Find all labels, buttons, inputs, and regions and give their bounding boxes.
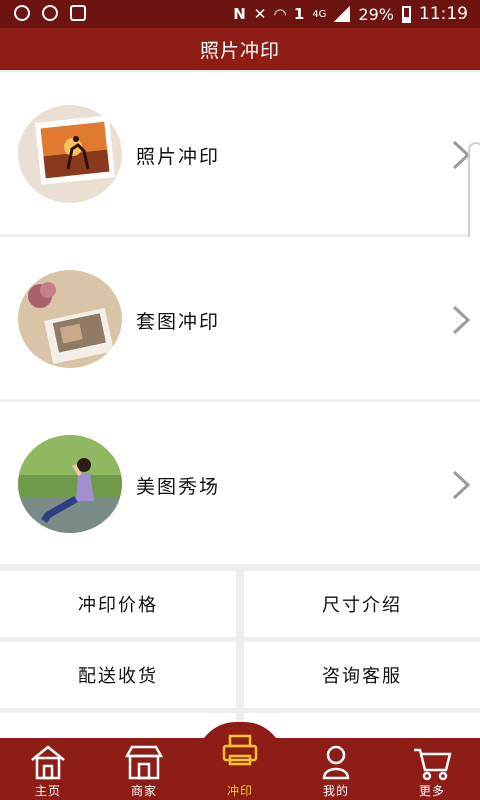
cart-icon	[414, 748, 452, 781]
page-title: 照片冲印	[0, 28, 480, 70]
notification-icons	[14, 5, 86, 21]
list-item-label: 美图秀场	[136, 476, 221, 498]
list-item-label: 套图冲印	[136, 311, 221, 333]
grid-size[interactable]: 尺寸介绍	[244, 571, 480, 637]
system-indicators: N ✕ ◠ 1 4G 29% 11:19	[233, 4, 468, 24]
battery-percent: 29%	[358, 4, 394, 24]
photo-album-prints	[18, 270, 122, 368]
grid-delivery[interactable]: 配送收货	[0, 642, 236, 708]
clock: 11:19	[419, 4, 468, 24]
chevron-right-icon	[452, 305, 471, 335]
person-icon	[322, 745, 350, 780]
nav-home[interactable]: 主页	[0, 738, 96, 800]
store-icon	[124, 745, 164, 780]
list-item-label: 照片冲印	[136, 146, 221, 168]
chevron-right-icon	[452, 470, 471, 500]
nav-store[interactable]: 商家	[96, 738, 192, 800]
signal-icon	[334, 6, 351, 22]
sync-icon	[42, 5, 58, 21]
nav-label: 主页	[34, 784, 61, 798]
sim-icon: 1	[293, 5, 305, 23]
list-item-photo-print[interactable]: 照片冲印	[0, 72, 480, 246]
grid-price[interactable]: 冲印价格	[0, 571, 236, 637]
nav-more[interactable]: 更多	[384, 738, 480, 800]
nav-profile[interactable]: 我的	[288, 738, 384, 800]
nav-label: 冲印	[226, 784, 253, 798]
nav-label: 我的	[322, 784, 349, 798]
wifi-icon: ◠	[274, 5, 286, 23]
nav-label: 更多	[418, 784, 445, 798]
list-item-gallery[interactable]: 美图秀场	[0, 402, 480, 564]
scroll-handle[interactable]	[468, 142, 480, 246]
girl-sitting-portrait	[18, 435, 122, 533]
grid-customer-service[interactable]: 咨询客服	[244, 642, 480, 708]
notification-icon	[14, 5, 30, 21]
couple-sunset-photo	[18, 105, 122, 203]
font-icon	[70, 5, 86, 21]
network-type: 4G	[312, 8, 327, 20]
battery-icon	[402, 5, 411, 23]
status-bar: N ✕ ◠ 1 4G 29% 11:19	[0, 0, 480, 28]
printer-icon	[222, 734, 258, 766]
nav-print[interactable]: 冲印	[192, 734, 288, 800]
list-item-album-print[interactable]: 套图冲印	[0, 237, 480, 399]
home-icon	[31, 745, 65, 780]
nav-label: 商家	[130, 784, 157, 798]
nfc-icon: N	[233, 5, 246, 23]
mute-icon: ✕	[253, 5, 267, 23]
